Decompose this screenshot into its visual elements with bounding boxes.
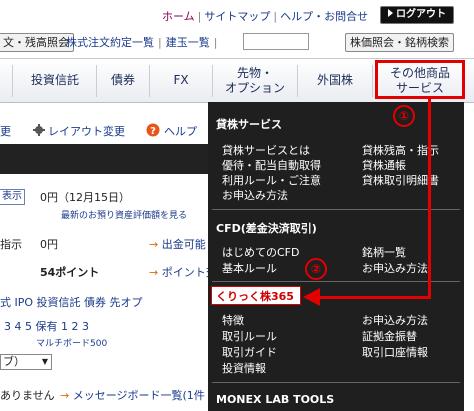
withdrawable-link[interactable]: → 出金可能 — [149, 236, 206, 252]
menu-item-lending-apply[interactable]: お申込み方法 — [222, 187, 288, 203]
section-header-bar — [0, 144, 208, 174]
nav-divider — [372, 65, 373, 97]
menu-divider — [212, 281, 460, 282]
positions-link[interactable]: 建玉一覧 — [166, 36, 210, 49]
multiboard-label[interactable]: マルチボード500 — [36, 336, 107, 349]
separator: | — [158, 36, 162, 49]
stock-search-input[interactable] — [243, 33, 309, 50]
message-board-label: メッセージボード一覧(1件 — [72, 389, 205, 402]
nav-investment-trust[interactable]: 投資信託 — [14, 59, 96, 102]
menu-item-kurikku-transfer[interactable]: 証拠金振替 — [362, 328, 417, 344]
nav-highlight-box — [375, 60, 465, 99]
arrow-icon: → — [149, 238, 162, 251]
nav-fx[interactable]: FX — [150, 59, 212, 102]
message-board-link[interactable]: → メッセージボード一覧(1件 — [60, 387, 205, 403]
menu-item-cfd-intro[interactable]: はじめてのCFD — [222, 244, 299, 260]
latest-assets-link[interactable]: 最新のお預り資産評価額を見る — [61, 208, 187, 221]
balance-inquiry-button[interactable]: 文・残高照会 — [0, 33, 74, 52]
nav-futures-options[interactable]: 先物・ オプション — [213, 59, 297, 102]
help-icon: ? — [146, 123, 160, 137]
menu-item-cfd-rules[interactable]: 基本ルール — [222, 260, 277, 276]
stock-orders-link[interactable]: 株式注文約定一覧 — [66, 36, 154, 49]
step-2-badge: ② — [305, 258, 327, 280]
callout-line-vertical — [428, 99, 431, 296]
separator: | — [273, 10, 278, 23]
menu-item-cfd-list[interactable]: 銘柄一覧 — [362, 244, 406, 260]
gear-icon — [33, 124, 45, 136]
show-label: 表示 — [2, 191, 22, 202]
page-number-row[interactable]: 3 4 5 保有 1 2 3 — [4, 318, 89, 334]
menu-item-kurikku-guide[interactable]: 取引ガイド — [222, 344, 277, 360]
order-links: 株式注文約定一覧 | 建玉一覧 | — [66, 34, 221, 50]
arrow-icon: → — [149, 266, 162, 279]
order-instruction-text: 指示 — [0, 238, 22, 251]
callout-line-horizontal — [318, 296, 431, 299]
logout-label: ログアウト — [396, 9, 446, 20]
separator: | — [213, 36, 218, 49]
top-utility-links: ホーム | サイトマップ | ヘルプ・お問合せ — [162, 8, 368, 24]
layout-change-link[interactable]: レイアウト変更 — [48, 123, 125, 139]
points-value: 54ポイント — [40, 266, 100, 279]
show-button[interactable]: 表示 — [0, 189, 25, 205]
board-select[interactable]: ブ） ▼ — [0, 354, 52, 370]
help-link[interactable]: ヘルプ — [164, 123, 197, 139]
help-contact-link[interactable]: ヘルプ・お問合せ — [280, 10, 368, 23]
chevron-down-icon: ▼ — [41, 357, 48, 366]
menu-item-cfd-apply[interactable]: お申込み方法 — [362, 260, 428, 276]
no-messages-text: ありません — [0, 389, 55, 402]
stock-quote-search-label: 株価照会・銘柄検索 — [350, 36, 449, 49]
page-content: 更 レイアウト変更 ? ヘルプ 表示 0円（12月15日） 最新のお預り資産評価… — [0, 102, 217, 411]
home-link[interactable]: ホーム — [162, 10, 195, 23]
sitemap-link[interactable]: サイトマップ — [204, 10, 270, 23]
menu-item-lending-passbook[interactable]: 貸株通帳 — [362, 157, 406, 173]
balance-value: 0円（12月15日） — [40, 191, 130, 204]
menu-divider — [212, 382, 460, 383]
menu-item-lending-about[interactable]: 貸株サービスとは — [222, 142, 310, 158]
zero-yen-value: 0円 — [40, 238, 58, 251]
menu-divider — [212, 209, 460, 210]
menu-item-kurikku-apply[interactable]: お申込み方法 — [362, 312, 428, 328]
menu-item-kurikku-features[interactable]: 特徴 — [222, 312, 244, 328]
separator: | — [197, 10, 202, 23]
menu-item-kurikku-account[interactable]: 取引口座情報 — [362, 344, 428, 360]
arrow-icon: → — [60, 389, 73, 402]
svg-text:?: ? — [150, 126, 156, 137]
callout-arrowhead — [303, 288, 320, 306]
nav-foreign-stocks[interactable]: 外国株 — [298, 59, 372, 102]
points-exchange-link[interactable]: → ポイント交 — [149, 264, 217, 280]
logout-button[interactable]: ログアウト — [380, 6, 454, 24]
section-title-cfd: CFD(差金決済取引) — [216, 222, 317, 235]
other-services-menu: 貸株サービス 貸株サービスとは 優待・配当自動取得 利用ルール・ご注意 お申込み… — [208, 102, 464, 411]
play-arrow-icon — [388, 9, 393, 17]
product-tabs[interactable]: 式 IPO 投資信託 債券 先オプ — [0, 294, 143, 310]
section-title-kurikku[interactable]: くりっく株365 — [216, 288, 294, 304]
nav-bonds[interactable]: 債券 — [97, 59, 149, 102]
stock-quote-search-button[interactable]: 株価照会・銘柄検索 — [345, 33, 454, 52]
menu-item-kurikku-rules[interactable]: 取引ルール — [222, 328, 277, 344]
section-title-monex-lab[interactable]: MONEX LAB TOOLS — [216, 393, 334, 406]
menu-item-lending-auto[interactable]: 優待・配当自動取得 — [222, 157, 321, 173]
section-title-lending: 貸株サービス — [216, 118, 282, 131]
step-1-badge: ① — [393, 105, 415, 127]
refresh-link[interactable]: 更 — [0, 123, 11, 139]
withdrawable-label: 出金可能 — [161, 238, 206, 251]
nav-divider — [12, 65, 13, 97]
menu-item-kurikku-info[interactable]: 投資情報 — [222, 360, 266, 376]
board-select-value: ブ） — [3, 355, 25, 368]
balance-inquiry-label: 文・残高照会 — [3, 36, 69, 49]
menu-item-lending-rules[interactable]: 利用ルール・ご注意 — [222, 172, 321, 188]
